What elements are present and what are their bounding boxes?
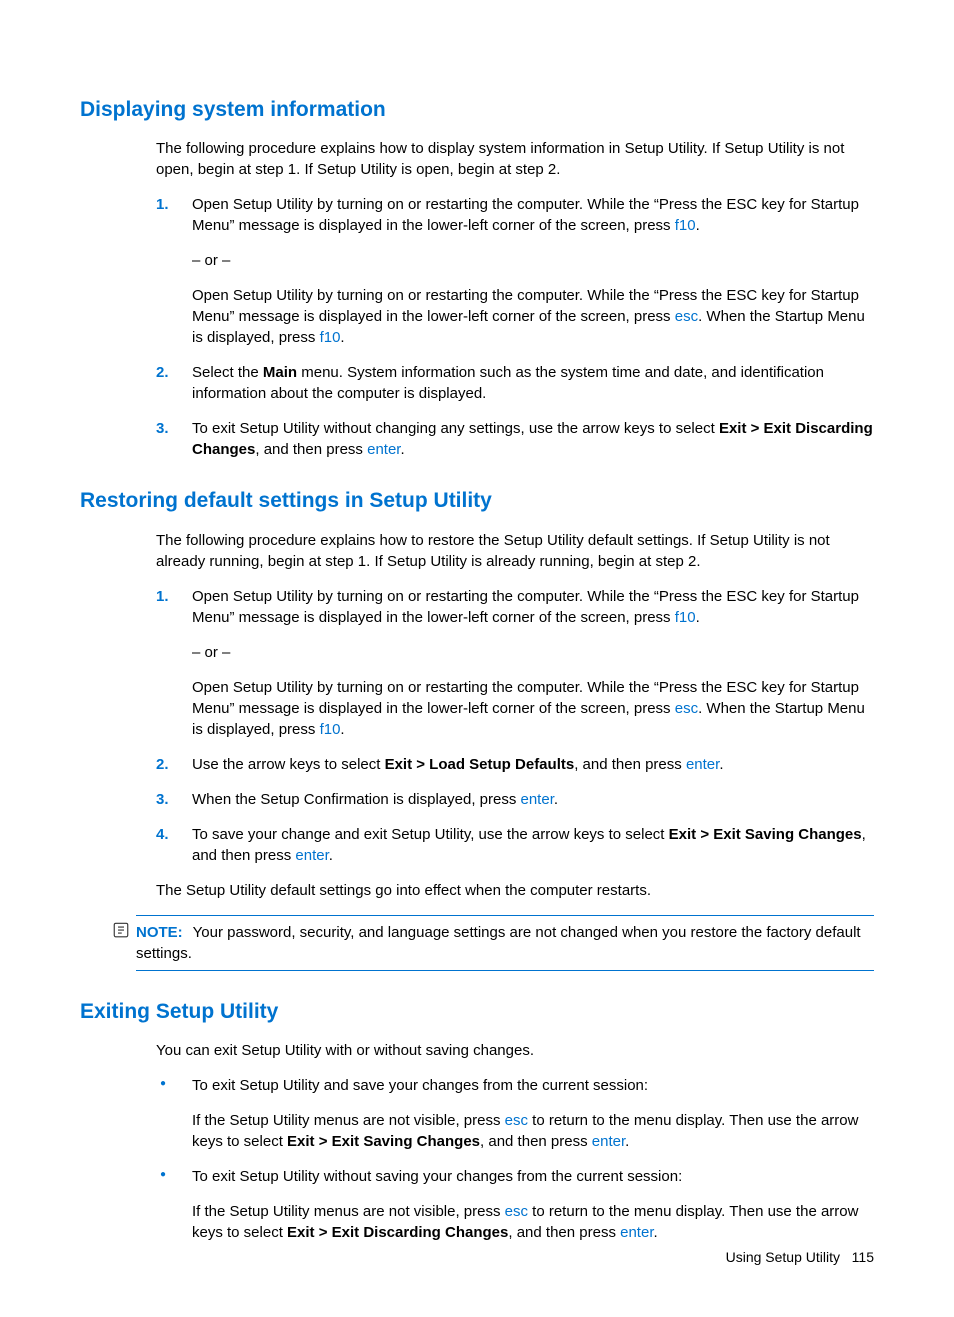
intro-paragraph: The following procedure explains how to … <box>156 530 874 572</box>
key-esc: esc <box>505 1112 528 1129</box>
intro-paragraph: You can exit Setup Utility with or witho… <box>156 1040 874 1061</box>
bullet-item: To exit Setup Utility and save your chan… <box>156 1075 874 1152</box>
key-enter: enter <box>686 756 719 773</box>
bullet-list: To exit Setup Utility and save your chan… <box>156 1075 874 1243</box>
step-number: 3. <box>156 418 169 439</box>
key-f10: f10 <box>320 329 341 346</box>
step-text: Open Setup Utility by turning on or rest… <box>192 194 874 236</box>
step-text: When the Setup Confirmation is displayed… <box>192 789 874 810</box>
key-enter: enter <box>592 1133 625 1150</box>
step-number: 1. <box>156 194 169 215</box>
bold-text: Exit > Exit Saving Changes <box>287 1133 480 1150</box>
ordered-steps: 1. Open Setup Utility by turning on or r… <box>156 586 874 866</box>
step-text: To exit Setup Utility without changing a… <box>192 418 874 460</box>
heading-exiting-setup-utility: Exiting Setup Utility <box>80 997 874 1026</box>
section-body: The following procedure explains how to … <box>156 138 874 460</box>
step-item: 3. To exit Setup Utility without changin… <box>156 418 874 460</box>
step-number: 3. <box>156 789 169 810</box>
key-esc: esc <box>675 308 698 325</box>
step-text-alt: Open Setup Utility by turning on or rest… <box>192 677 874 740</box>
intro-paragraph: The following procedure explains how to … <box>156 138 874 180</box>
section-body: You can exit Setup Utility with or witho… <box>156 1040 874 1243</box>
step-item: 3. When the Setup Confirmation is displa… <box>156 789 874 810</box>
step-text: Open Setup Utility by turning on or rest… <box>192 586 874 628</box>
step-text: Use the arrow keys to select Exit > Load… <box>192 754 874 775</box>
key-f10: f10 <box>675 217 696 234</box>
step-item: 1. Open Setup Utility by turning on or r… <box>156 194 874 348</box>
bullet-lead: To exit Setup Utility and save your chan… <box>192 1075 874 1096</box>
step-item: 2. Use the arrow keys to select Exit > L… <box>156 754 874 775</box>
key-enter: enter <box>367 441 400 458</box>
section-body: The following procedure explains how to … <box>156 530 874 901</box>
ordered-steps: 1. Open Setup Utility by turning on or r… <box>156 194 874 460</box>
key-esc: esc <box>505 1203 528 1220</box>
step-number: 1. <box>156 586 169 607</box>
key-enter: enter <box>521 791 554 808</box>
footer-label: Using Setup Utility <box>726 1249 840 1265</box>
or-separator: – or – <box>192 642 874 663</box>
key-f10: f10 <box>320 721 341 738</box>
bold-text: Exit > Exit Discarding Changes <box>287 1224 508 1241</box>
bold-text: Exit > Exit Saving Changes <box>669 826 862 843</box>
note-text: Your password, security, and language se… <box>136 924 861 962</box>
step-number: 2. <box>156 362 169 383</box>
note-label: NOTE: <box>136 924 183 941</box>
key-esc: esc <box>675 700 698 717</box>
bullet-detail: If the Setup Utility menus are not visib… <box>192 1201 874 1243</box>
bullet-item: To exit Setup Utility without saving you… <box>156 1166 874 1243</box>
bullet-lead: To exit Setup Utility without saving you… <box>192 1166 874 1187</box>
bullet-detail: If the Setup Utility menus are not visib… <box>192 1110 874 1152</box>
page-footer: Using Setup Utility 115 <box>726 1248 874 1268</box>
heading-restoring-default-settings: Restoring default settings in Setup Util… <box>80 486 874 515</box>
note-icon <box>112 921 130 939</box>
key-f10: f10 <box>675 609 696 626</box>
step-item: 2. Select the Main menu. System informat… <box>156 362 874 404</box>
key-enter: enter <box>295 847 328 864</box>
step-text-alt: Open Setup Utility by turning on or rest… <box>192 285 874 348</box>
document-page: Displaying system information The follow… <box>0 0 954 1317</box>
step-text: Select the Main menu. System information… <box>192 362 874 404</box>
step-number: 4. <box>156 824 169 845</box>
note-callout: NOTE:Your password, security, and langua… <box>136 915 874 971</box>
outro-paragraph: The Setup Utility default settings go in… <box>156 880 874 901</box>
heading-displaying-system-information: Displaying system information <box>80 95 874 124</box>
step-item: 1. Open Setup Utility by turning on or r… <box>156 586 874 740</box>
step-number: 2. <box>156 754 169 775</box>
step-text: To save your change and exit Setup Utili… <box>192 824 874 866</box>
or-separator: – or – <box>192 250 874 271</box>
bold-text: Main <box>263 364 297 381</box>
key-enter: enter <box>620 1224 653 1241</box>
step-item: 4. To save your change and exit Setup Ut… <box>156 824 874 866</box>
bold-text: Exit > Load Setup Defaults <box>385 756 575 773</box>
page-number: 115 <box>852 1249 874 1265</box>
